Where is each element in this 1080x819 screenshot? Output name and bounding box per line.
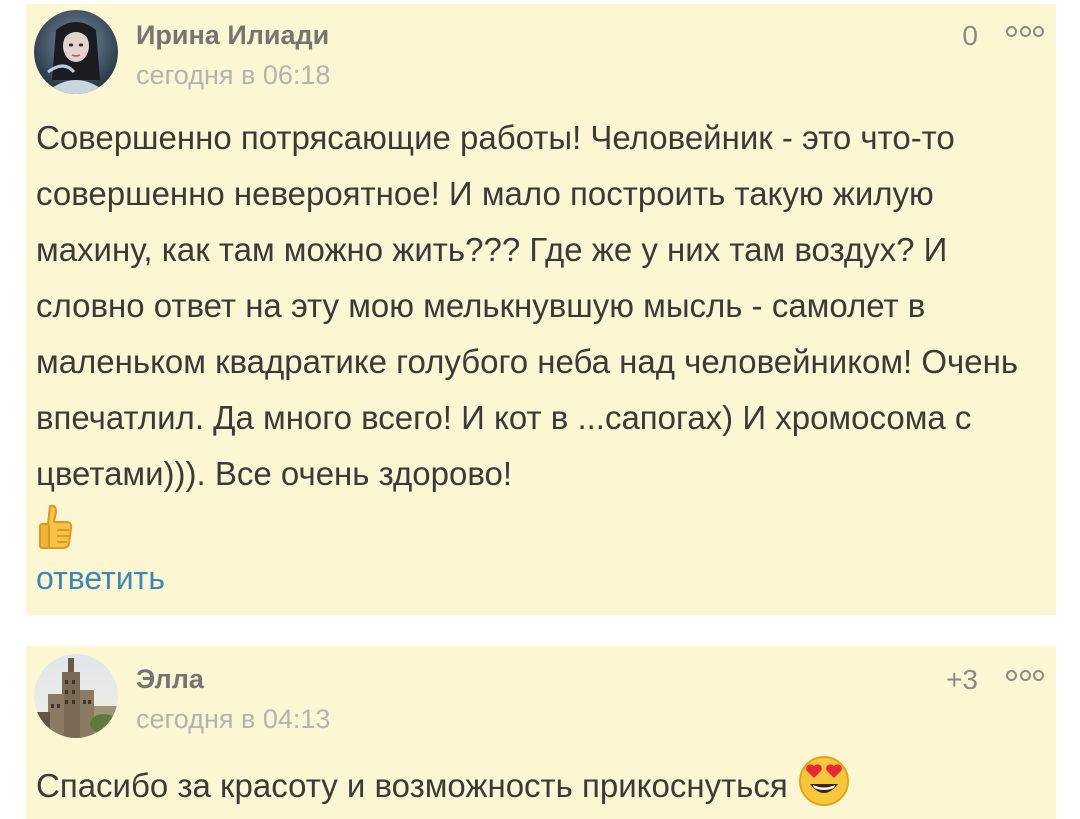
comment-author[interactable]: Ирина Илиади: [136, 20, 329, 51]
comment-time: сегодня в 06:18: [136, 60, 331, 90]
comment-time: сегодня в 04:13: [136, 704, 331, 734]
comment-author[interactable]: Элла: [136, 664, 204, 695]
avatar[interactable]: [34, 654, 118, 738]
comment-text: Спасибо за красоту и возможность прикосн…: [36, 754, 1041, 819]
comment-card: Элла сегодня в 04:13 +3 Спасибо за красо…: [26, 646, 1056, 819]
comment-rating: +3: [946, 664, 978, 695]
more-options-icon[interactable]: [1006, 26, 1044, 38]
more-options-icon[interactable]: [1006, 670, 1044, 682]
comments-feed: Ирина Илиади сегодня в 06:18 0 Совершенн…: [0, 0, 1080, 819]
avatar[interactable]: [34, 10, 118, 94]
reply-link[interactable]: ответить: [36, 560, 165, 597]
comment-text-content: Спасибо за красоту и возможность прикосн…: [36, 767, 788, 805]
comment-text: Совершенно потрясающие работы! Человейни…: [36, 110, 1041, 567]
comment-text-content: Совершенно потрясающие работы! Человейни…: [36, 119, 1019, 492]
thumbs-up-icon: [36, 502, 76, 567]
comment-card: Ирина Илиади сегодня в 06:18 0 Совершенн…: [26, 4, 1056, 615]
heart-eyes-icon: [797, 754, 851, 819]
comment-rating: 0: [962, 20, 978, 51]
